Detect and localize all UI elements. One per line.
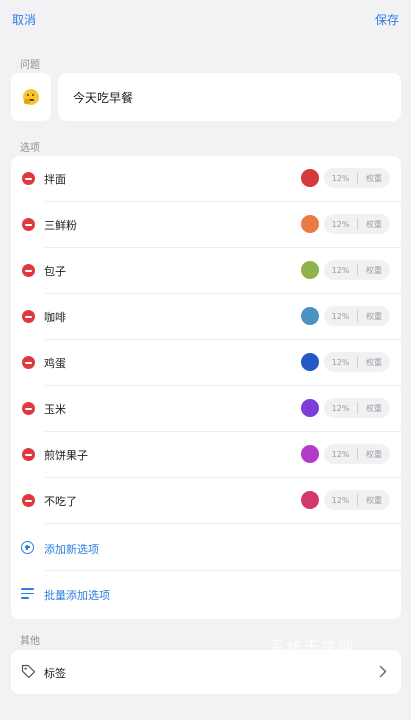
weight-percent: 12%	[331, 403, 350, 413]
row-divider	[45, 523, 401, 524]
remove-option-icon[interactable]	[22, 172, 35, 185]
option-label[interactable]: 不吃了	[44, 493, 77, 509]
top-bar: 取消 保存	[0, 0, 411, 40]
weight-label: 权重	[366, 311, 382, 321]
option-row: 煎饼果子 12% 权重	[11, 432, 401, 478]
question-section-label: 问题	[20, 60, 40, 71]
option-weight-control[interactable]: 12% 权重	[324, 398, 390, 418]
option-row: 包子 12% 权重	[11, 248, 401, 294]
remove-option-icon[interactable]	[22, 310, 35, 323]
remove-option-icon[interactable]	[22, 402, 35, 415]
option-weight-control[interactable]: 12% 权重	[324, 444, 390, 464]
remove-option-icon[interactable]	[22, 448, 35, 461]
remove-option-icon[interactable]	[22, 356, 35, 369]
option-weight-control[interactable]: 12% 权重	[324, 306, 390, 326]
option-color-swatch[interactable]	[301, 307, 319, 325]
option-color-swatch[interactable]	[301, 215, 319, 233]
option-label[interactable]: 玉米	[44, 401, 66, 417]
weight-percent: 12%	[331, 357, 350, 367]
option-color-swatch[interactable]	[301, 169, 319, 187]
thinking-face-icon	[23, 89, 39, 105]
question-text: 今天吃早餐	[73, 90, 134, 105]
batch-add-options-button[interactable]: 批量添加选项	[11, 571, 401, 617]
weight-label: 权重	[366, 265, 382, 275]
save-button[interactable]: 保存	[375, 11, 399, 28]
option-weight-control[interactable]: 12% 权重	[324, 260, 390, 280]
tag-icon	[21, 664, 36, 679]
option-color-swatch[interactable]	[301, 491, 319, 509]
add-option-button[interactable]: 添加新选项	[11, 525, 401, 571]
options-list: 拌面 12% 权重 三鲜粉 12% 权重 包子 12% 权重 咖啡 12% 权重…	[11, 156, 401, 619]
weight-percent: 12%	[331, 311, 350, 321]
remove-option-icon[interactable]	[22, 264, 35, 277]
tags-row[interactable]: 标签	[11, 650, 401, 694]
option-label[interactable]: 三鲜粉	[44, 217, 77, 233]
option-row: 咖啡 12% 权重	[11, 294, 401, 340]
remove-option-icon[interactable]	[22, 218, 35, 231]
weight-label: 权重	[366, 219, 382, 229]
plus-circle-icon	[21, 541, 34, 554]
option-weight-control[interactable]: 12% 权重	[324, 352, 390, 372]
option-weight-control[interactable]: 12% 权重	[324, 490, 390, 510]
list-icon	[21, 588, 34, 599]
weight-label: 权重	[366, 357, 382, 367]
emoji-picker-button[interactable]	[11, 73, 51, 121]
chevron-right-icon	[379, 665, 387, 678]
option-row: 拌面 12% 权重	[11, 156, 401, 202]
option-row: 不吃了 12% 权重	[11, 478, 401, 524]
option-label[interactable]: 包子	[44, 263, 66, 279]
option-color-swatch[interactable]	[301, 445, 319, 463]
option-color-swatch[interactable]	[301, 399, 319, 417]
option-weight-control[interactable]: 12% 权重	[324, 214, 390, 234]
weight-label: 权重	[366, 495, 382, 505]
option-row: 三鲜粉 12% 权重	[11, 202, 401, 248]
option-row: 玉米 12% 权重	[11, 386, 401, 432]
option-color-swatch[interactable]	[301, 353, 319, 371]
option-color-swatch[interactable]	[301, 261, 319, 279]
tags-label: 标签	[44, 667, 66, 680]
option-label[interactable]: 拌面	[44, 171, 66, 187]
option-row: 鸡蛋 12% 权重	[11, 340, 401, 386]
cancel-button[interactable]: 取消	[12, 11, 36, 28]
weight-label: 权重	[366, 449, 382, 459]
option-label[interactable]: 鸡蛋	[44, 355, 66, 371]
weight-percent: 12%	[331, 449, 350, 459]
option-label[interactable]: 咖啡	[44, 309, 66, 325]
weight-percent: 12%	[331, 265, 350, 275]
weight-percent: 12%	[331, 495, 350, 505]
add-option-label: 添加新选项	[44, 543, 99, 556]
option-weight-control[interactable]: 12% 权重	[324, 168, 390, 188]
remove-option-icon[interactable]	[22, 494, 35, 507]
batch-add-label: 批量添加选项	[44, 589, 110, 602]
weight-percent: 12%	[331, 173, 350, 183]
other-section-label: 其他	[20, 636, 40, 647]
weight-percent: 12%	[331, 219, 350, 229]
weight-label: 权重	[366, 403, 382, 413]
options-section-label: 选项	[20, 143, 40, 154]
weight-label: 权重	[366, 173, 382, 183]
option-label[interactable]: 煎饼果子	[44, 447, 88, 463]
question-input[interactable]: 今天吃早餐	[58, 73, 401, 121]
